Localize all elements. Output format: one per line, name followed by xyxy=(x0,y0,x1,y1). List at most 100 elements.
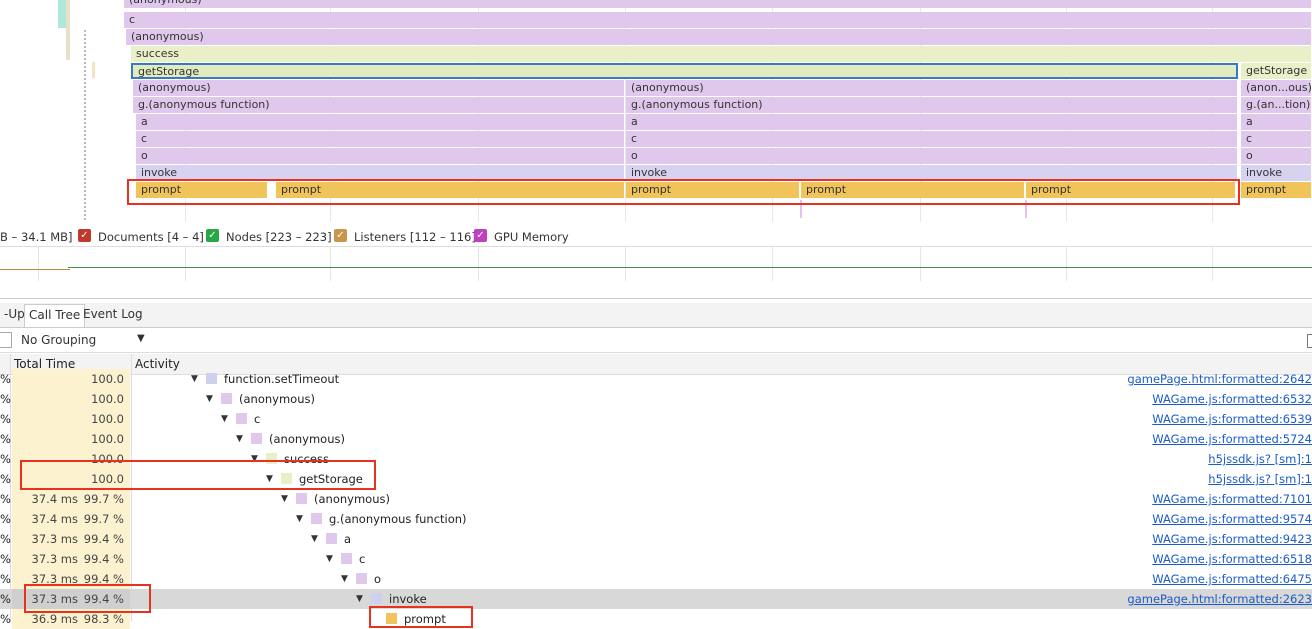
table-row[interactable]: % 37.3 ms 99.4 % ▼ invoke gamePage.html:forma… xyxy=(0,589,1312,609)
table-row[interactable]: % 37.4 ms 99.7 % ▼ (anonymous) WAGame.js:form… xyxy=(0,489,1312,509)
flame-bar[interactable]: success xyxy=(131,46,1312,62)
table-row[interactable]: %37.6 ms100.0 % ▼ getStorage h5jssdk.js? [s… xyxy=(0,469,1312,506)
trace-mark xyxy=(58,0,66,28)
flame-bar[interactable]: a xyxy=(136,114,625,130)
flame-bar[interactable]: o xyxy=(626,148,1238,164)
flame-bar[interactable]: o xyxy=(136,148,625,164)
flame-bar[interactable]: invoke xyxy=(626,165,1238,181)
total-time-cell: 37.6 ms100.0 % xyxy=(12,449,130,486)
flame-bar[interactable]: c xyxy=(1241,131,1312,147)
flame-bar[interactable]: getStorage xyxy=(1241,63,1312,79)
expand-toggle-icon[interactable]: ▼ xyxy=(281,489,288,509)
flame-bar[interactable]: (anonymous) xyxy=(126,29,1312,45)
table-row[interactable]: % 37.3 ms 99.4 % ▼ a WAGame.js:formatted:9423 xyxy=(0,529,1312,549)
chevron-down-icon[interactable]: ▼ xyxy=(137,333,145,344)
grid-line xyxy=(38,247,39,281)
source-link[interactable]: WAGame.js:formatted:5724 xyxy=(1152,429,1312,449)
settings-checkbox[interactable] xyxy=(1307,334,1312,348)
source-link[interactable]: gamePage.html:formatted:2642 xyxy=(1127,369,1312,389)
self-percent-cell: % xyxy=(0,512,11,526)
source-link[interactable]: h5jssdk.js? [sm]:1 xyxy=(1208,469,1312,489)
flame-bar[interactable]: invoke xyxy=(1241,165,1312,181)
table-row[interactable]: %37.6 ms100.0 % ▼ success h5jssdk.js? [sm]:… xyxy=(0,449,1312,486)
expand-toggle-icon[interactable]: ▼ xyxy=(251,449,258,469)
self-percent-cell: % xyxy=(0,432,11,446)
grouping-select[interactable]: No Grouping xyxy=(21,333,96,347)
trace-mark xyxy=(92,62,95,78)
flame-bar-prompt[interactable]: prompt xyxy=(276,182,625,198)
source-link[interactable]: WAGame.js:formatted:9574 xyxy=(1152,509,1312,529)
total-time-cell: 37.3 ms 99.4 % xyxy=(12,529,130,549)
total-percent-value: 99.7 % xyxy=(83,492,124,506)
tab-call-tree[interactable]: Call Tree xyxy=(24,304,86,327)
check-icon[interactable]: ✓ xyxy=(78,229,91,242)
self-percent-cell: % xyxy=(0,372,11,386)
trace-mark xyxy=(84,30,88,220)
source-link[interactable]: WAGame.js:formatted:6475 xyxy=(1152,569,1312,589)
source-link[interactable]: WAGame.js:formatted:6539 xyxy=(1152,409,1312,429)
table-row[interactable]: %37.6 ms100.0 % ▼ function.setTimeout gameP… xyxy=(0,369,1312,406)
flame-bar-selected[interactable]: getStorage xyxy=(131,63,1238,79)
table-row[interactable]: % 36.9 ms 98.3 % prompt xyxy=(0,609,1312,629)
flame-bar[interactable]: a xyxy=(1241,114,1312,130)
expand-toggle-icon[interactable]: ▼ xyxy=(266,469,273,489)
source-link[interactable]: WAGame.js:formatted:6532 xyxy=(1152,389,1312,409)
table-row[interactable]: %37.6 ms100.0 % ▼ (anonymous) WAGame.js:for… xyxy=(0,429,1312,466)
memory-graph[interactable] xyxy=(0,246,1312,281)
expand-toggle-icon[interactable]: ▼ xyxy=(356,589,363,609)
check-icon[interactable]: ✓ xyxy=(474,229,487,242)
total-time-cell: 37.4 ms 99.7 % xyxy=(12,489,130,509)
expand-toggle-icon[interactable]: ▼ xyxy=(236,429,243,449)
source-link[interactable]: gamePage.html:formatted:2623 xyxy=(1127,589,1312,609)
expand-toggle-icon[interactable]: ▼ xyxy=(341,569,348,589)
table-row[interactable]: %37.6 ms100.0 % ▼ c WAGame.js:formatted:653… xyxy=(0,409,1312,446)
expand-toggle-icon[interactable]: ▼ xyxy=(326,549,333,569)
flame-bar-prompt[interactable]: prompt xyxy=(136,182,268,198)
heap-range-label: B – 34.1 MB] xyxy=(0,230,73,244)
check-icon[interactable]: ✓ xyxy=(334,229,347,242)
filter-input[interactable] xyxy=(0,332,12,348)
memory-line xyxy=(68,267,1312,268)
expand-toggle-icon[interactable]: ▼ xyxy=(191,369,198,389)
source-link[interactable]: WAGame.js:formatted:9423 xyxy=(1152,529,1312,549)
tab-event-log[interactable]: Event Log xyxy=(79,304,147,325)
flame-bar-prompt[interactable]: prompt xyxy=(1026,182,1236,198)
source-link[interactable]: WAGame.js:formatted:6518 xyxy=(1152,549,1312,569)
total-time-value: 36.9 ms xyxy=(31,612,78,626)
expand-toggle-icon[interactable]: ▼ xyxy=(206,389,213,409)
flame-chart[interactable]: (anonymous) c (anonymous) success getSto… xyxy=(0,0,1312,222)
table-row[interactable]: %37.6 ms100.0 % ▼ (anonymous) WAGame.js:for… xyxy=(0,389,1312,426)
category-swatch xyxy=(236,413,247,424)
table-row[interactable]: % 37.4 ms 99.7 % ▼ g.(anonymous function) WAG… xyxy=(0,509,1312,529)
expand-toggle-icon[interactable]: ▼ xyxy=(311,529,318,549)
expand-toggle-icon[interactable]: ▼ xyxy=(296,509,303,529)
total-time-cell: 37.3 ms 99.4 % xyxy=(12,549,130,569)
flame-bar[interactable]: g.(anonymous function) xyxy=(626,97,1238,113)
flame-bar[interactable]: g.(anonymous function) xyxy=(133,97,625,113)
flame-bar[interactable]: (anonymous) xyxy=(133,80,625,96)
flame-bar[interactable]: g.(an...tion) xyxy=(1241,97,1312,113)
activity-name: (anonymous) xyxy=(314,492,390,506)
flame-bar[interactable]: (anonymous) xyxy=(124,0,1312,8)
flame-bar[interactable]: c xyxy=(124,12,1312,28)
flame-bar-prompt[interactable]: prompt xyxy=(801,182,1025,198)
flame-bar[interactable]: (anonymous) xyxy=(626,80,1238,96)
flame-bar[interactable]: invoke xyxy=(136,165,625,181)
flame-bar[interactable]: c xyxy=(626,131,1238,147)
source-link[interactable]: WAGame.js:formatted:7101 xyxy=(1152,489,1312,509)
check-icon[interactable]: ✓ xyxy=(206,229,219,242)
expand-toggle-icon[interactable]: ▼ xyxy=(221,409,228,429)
table-row[interactable]: % 37.3 ms 99.4 % ▼ c WAGame.js:formatted:6518 xyxy=(0,549,1312,569)
total-percent-value: 99.4 % xyxy=(83,572,124,586)
source-link[interactable]: h5jssdk.js? [sm]:1 xyxy=(1208,449,1312,469)
flame-bar[interactable]: o xyxy=(1241,148,1312,164)
flame-bar[interactable]: c xyxy=(136,131,625,147)
table-row[interactable]: % 37.3 ms 99.4 % ▼ o WAGame.js:formatted:6475 xyxy=(0,569,1312,589)
activity-name: (anonymous) xyxy=(269,432,345,446)
total-percent-value: 99.4 % xyxy=(83,592,124,606)
flame-bar-prompt[interactable]: prompt xyxy=(1241,182,1312,198)
flame-bar[interactable]: (anon...ous) xyxy=(1241,80,1312,96)
flame-bar[interactable]: a xyxy=(626,114,1238,130)
activity-name: c xyxy=(359,552,366,566)
flame-bar-prompt[interactable]: prompt xyxy=(626,182,800,198)
